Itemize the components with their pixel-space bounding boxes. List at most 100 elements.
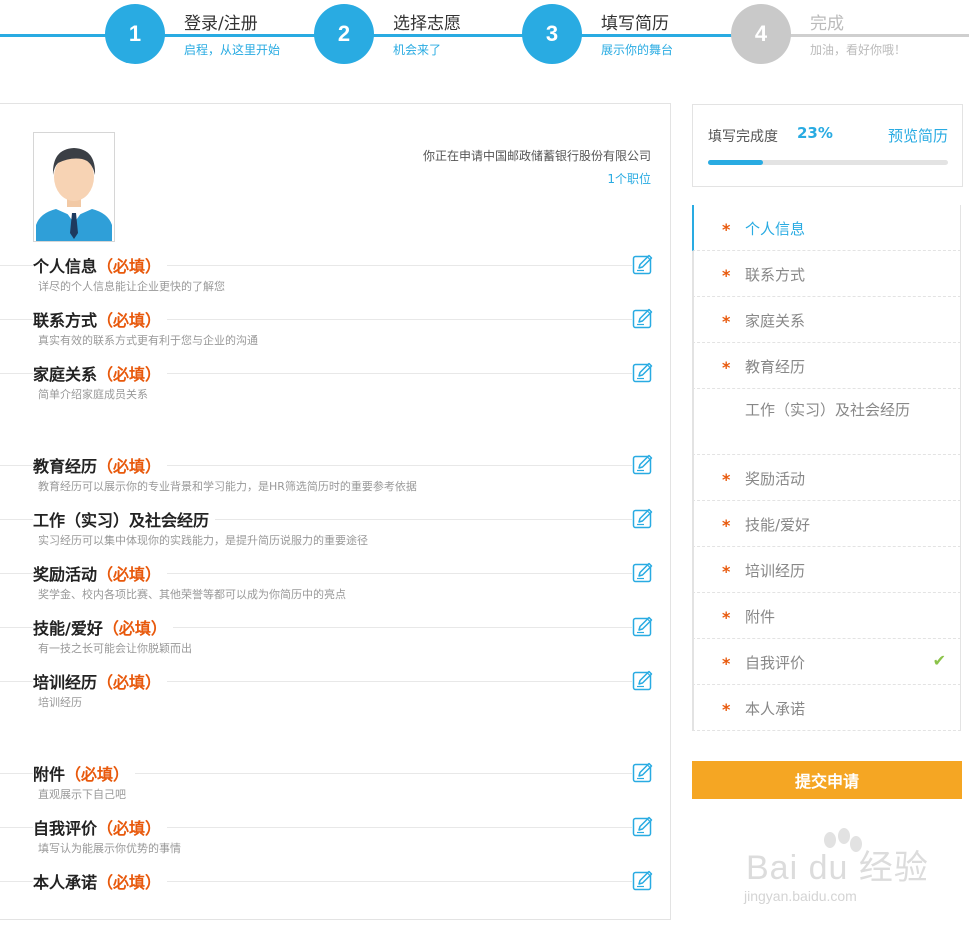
- nav-item[interactable]: * 家庭关系: [692, 297, 961, 343]
- nav-item[interactable]: * 培训经历: [692, 547, 961, 593]
- edit-icon[interactable]: [632, 307, 654, 329]
- required-mark: （必填）: [97, 365, 162, 384]
- section-title: 工作（实习）及社会经历: [33, 507, 216, 531]
- required-mark: （必填）: [97, 257, 162, 276]
- section-skills: 技能/爱好（必填） 有一技之长可能会让你脱颖而出: [0, 615, 670, 663]
- nav-item-label: 教育经历: [745, 358, 806, 376]
- completion-progress-bar: [708, 160, 948, 165]
- section-personal-info: 个人信息（必填） 详尽的个人信息能让企业更快的了解您: [0, 253, 670, 301]
- resume-form-panel: 你正在申请中国邮政储蓄银行股份有限公司 1个职位 个人信息（必填） 详尽的个人信…: [0, 103, 671, 920]
- required-star: *: [722, 516, 731, 535]
- nav-item[interactable]: * 附件: [692, 593, 961, 639]
- section-title-text: 本人承诺: [33, 873, 98, 892]
- section-title: 家庭关系（必填）: [33, 361, 168, 385]
- completion-box: 填写完成度 23% 预览简历: [692, 104, 963, 187]
- section-nav: * 个人信息 * 联系方式 * 家庭关系 * 教育经历 工作（实习）及社会经历 * 奖励活动 * 技能/…: [692, 205, 961, 731]
- section-title-text: 个人信息: [33, 257, 98, 276]
- applying-company: 你正在申请中国邮政储蓄银行股份有限公司: [422, 149, 651, 163]
- step-3-subtitle: 展示你的舞台: [601, 43, 674, 57]
- section-title-text: 教育经历: [33, 457, 98, 476]
- required-star: *: [722, 266, 731, 285]
- step-2-subtitle: 机会来了: [393, 43, 442, 57]
- nav-item-label: 家庭关系: [745, 312, 806, 330]
- section-title-text: 工作（实习）及社会经历: [33, 511, 210, 530]
- watermark-url: jingyan.baidu.com: [744, 888, 857, 904]
- preview-resume-link[interactable]: 预览简历: [888, 125, 948, 146]
- completion-progress-fill: [708, 160, 764, 165]
- position-count-link[interactable]: 1个职位: [423, 170, 651, 187]
- nav-item-label: 联系方式: [745, 266, 806, 284]
- step-3-title: 填写简历: [601, 14, 669, 34]
- required-mark: （必填）: [65, 765, 130, 784]
- edit-icon[interactable]: [632, 361, 654, 383]
- section-work-experience: 工作（实习）及社会经历 实习经历可以集中体现你的实践能力，是提升简历说服力的重要…: [0, 507, 670, 555]
- required-star: *: [722, 700, 731, 719]
- required-mark: （必填）: [97, 819, 162, 838]
- step-1-circle: 1: [105, 4, 165, 64]
- nav-item-label: 个人信息: [745, 220, 806, 238]
- edit-icon[interactable]: [632, 253, 654, 275]
- nav-item[interactable]: * 教育经历: [692, 343, 961, 389]
- required-star: *: [722, 654, 731, 673]
- nav-item-label: 附件: [745, 608, 776, 626]
- avatar-figure: [34, 133, 114, 241]
- edit-icon[interactable]: [632, 869, 654, 891]
- progress-steps: 1 登录/注册 启程，从这里开始 2 选择志愿 机会来了 3 填写简历 展示你的…: [0, 0, 969, 70]
- submit-application-button[interactable]: 提交申请: [692, 761, 962, 799]
- section-description: 教育经历可以展示你的专业背景和学习能力，是HR筛选简历时的重要参考依据: [38, 480, 417, 493]
- section-title-text: 自我评价: [33, 819, 98, 838]
- section-description: 实习经历可以集中体现你的实践能力，是提升简历说服力的重要途径: [38, 534, 368, 547]
- section-title: 个人信息（必填）: [33, 253, 168, 277]
- edit-icon[interactable]: [632, 507, 654, 529]
- nav-item-label: 培训经历: [745, 562, 806, 580]
- required-mark: （必填）: [97, 565, 162, 584]
- section-title-text: 培训经历: [33, 673, 98, 692]
- section-family: 家庭关系（必填） 简单介绍家庭成员关系: [0, 361, 670, 409]
- step-2-title: 选择志愿: [393, 14, 461, 34]
- required-star: *: [722, 608, 731, 627]
- section-training: 培训经历（必填） 培训经历: [0, 669, 670, 717]
- section-description: 简单介绍家庭成员关系: [38, 388, 148, 401]
- section-attachments: 附件（必填） 直观展示下自己吧: [0, 761, 670, 809]
- section-description: 真实有效的联系方式更有利于您与企业的沟通: [38, 334, 258, 347]
- section-description: 有一技之长可能会让你脱颖而出: [38, 642, 192, 655]
- section-description: 填写认为能展示你优势的事情: [38, 842, 181, 855]
- section-awards: 奖励活动（必填） 奖学金、校内各项比赛、其他荣誉等都可以成为你简历中的亮点: [0, 561, 670, 609]
- required-star: *: [722, 220, 731, 239]
- nav-item[interactable]: * 联系方式: [692, 251, 961, 297]
- nav-item[interactable]: * 自我评价 ✔: [692, 639, 961, 685]
- edit-icon[interactable]: [632, 615, 654, 637]
- nav-item-label: 奖励活动: [745, 470, 806, 488]
- nav-item[interactable]: * 技能/爱好: [692, 501, 961, 547]
- section-self-evaluation: 自我评价（必填） 填写认为能展示你优势的事情: [0, 815, 670, 863]
- section-education: 教育经历（必填） 教育经历可以展示你的专业背景和学习能力，是HR筛选简历时的重要…: [0, 453, 670, 501]
- step-1-subtitle: 启程，从这里开始: [184, 43, 281, 57]
- section-contact: 联系方式（必填） 真实有效的联系方式更有利于您与企业的沟通: [0, 307, 670, 355]
- section-title: 培训经历（必填）: [33, 669, 168, 693]
- nav-item-label: 自我评价: [745, 654, 806, 672]
- section-description: 详尽的个人信息能让企业更快的了解您: [38, 280, 225, 293]
- section-description: 奖学金、校内各项比赛、其他荣誉等都可以成为你简历中的亮点: [38, 588, 346, 601]
- section-title-text: 技能/爱好: [33, 619, 103, 638]
- section-title: 自我评价（必填）: [33, 815, 168, 839]
- edit-icon[interactable]: [632, 561, 654, 583]
- edit-icon[interactable]: [632, 669, 654, 691]
- completion-label: 填写完成度: [708, 129, 778, 145]
- nav-item[interactable]: * 奖励活动: [692, 455, 961, 501]
- nav-item[interactable]: 工作（实习）及社会经历: [692, 389, 961, 455]
- section-title: 联系方式（必填）: [33, 307, 168, 331]
- edit-icon[interactable]: [632, 453, 654, 475]
- required-star: *: [722, 470, 731, 489]
- section-title: 技能/爱好（必填）: [33, 615, 173, 639]
- section-commitment: 本人承诺（必填）: [0, 869, 670, 917]
- required-star: *: [722, 562, 731, 581]
- nav-item[interactable]: * 本人承诺: [692, 685, 961, 731]
- user-avatar[interactable]: [33, 132, 115, 242]
- edit-icon[interactable]: [632, 761, 654, 783]
- edit-icon[interactable]: [632, 815, 654, 837]
- section-title: 教育经历（必填）: [33, 453, 168, 477]
- nav-item-label: 工作（实习）及社会经历: [745, 401, 911, 419]
- step-1-title: 登录/注册: [184, 14, 258, 34]
- section-description: 直观展示下自己吧: [38, 788, 126, 801]
- nav-item[interactable]: * 个人信息: [692, 205, 961, 251]
